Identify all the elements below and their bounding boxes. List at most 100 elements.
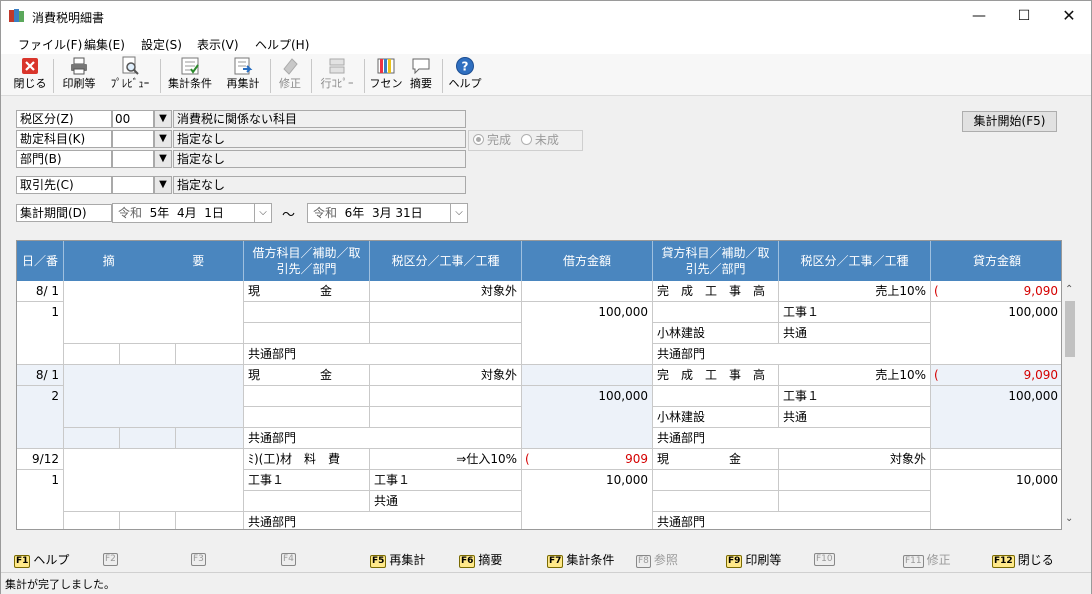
row-summary[interactable]: [64, 449, 244, 512]
edit-tool-button[interactable]: 修正: [275, 56, 305, 94]
start-aggregation-button[interactable]: 集計開始(F5): [962, 111, 1057, 132]
fkey-f3[interactable]: F3: [191, 551, 209, 566]
credit-tax-amount[interactable]: (9,090: [931, 281, 1061, 302]
vertical-scrollbar[interactable]: ⌃ ⌄: [1062, 281, 1078, 530]
debit-subaccount[interactable]: [244, 386, 370, 407]
credit-account[interactable]: 現 金: [653, 449, 779, 470]
credit-work-type[interactable]: [779, 491, 931, 512]
department-code-input[interactable]: [112, 150, 154, 168]
credit-work-type[interactable]: 共通: [779, 407, 931, 428]
debit-department[interactable]: 共通部門: [244, 344, 522, 365]
row-summary-sub[interactable]: [176, 512, 244, 529]
credit-subaccount[interactable]: [653, 470, 779, 491]
fkey-f10[interactable]: F10: [814, 551, 838, 566]
debit-project[interactable]: 工事１: [370, 470, 522, 491]
aggregate-conditions-tool-button[interactable]: 集計条件: [165, 56, 215, 94]
credit-subaccount[interactable]: [653, 386, 779, 407]
period-from-date[interactable]: 令和 5年 4月 1日 ⌵: [112, 203, 272, 223]
fkey-f7[interactable]: F7 集計条件: [547, 551, 614, 568]
debit-tax-amount[interactable]: (909: [522, 449, 653, 470]
row-number[interactable]: 1: [17, 470, 64, 529]
debit-project[interactable]: [370, 302, 522, 323]
partner-code-input[interactable]: [112, 176, 154, 194]
row-summary-sub[interactable]: [64, 512, 120, 529]
help-tool-button[interactable]: ? ヘルプ: [447, 56, 483, 94]
menu-edit[interactable]: 編集(E): [84, 36, 125, 53]
menu-help[interactable]: ヘルプ(H): [255, 36, 309, 53]
tax-category-code-input[interactable]: 00: [112, 110, 154, 128]
close-tool-button[interactable]: 閉じる: [13, 56, 47, 94]
credit-partner[interactable]: 小林建設: [653, 323, 779, 344]
debit-tax-amount[interactable]: [522, 281, 653, 302]
scroll-thumb[interactable]: [1065, 301, 1075, 357]
debit-department[interactable]: 共通部門: [244, 512, 522, 529]
fkey-f11[interactable]: F11 修正: [903, 551, 951, 568]
debit-work-type[interactable]: [370, 407, 522, 428]
debit-project[interactable]: [370, 386, 522, 407]
credit-account[interactable]: 完 成 工 事 高: [653, 365, 779, 386]
radio-completed[interactable]: 完成: [473, 133, 511, 147]
row-copy-tool-button[interactable]: 行ｺﾋﾟｰ: [316, 56, 358, 94]
account-code-input[interactable]: [112, 130, 154, 148]
credit-tax-category[interactable]: 売上10%: [779, 365, 931, 386]
row-summary-sub[interactable]: [64, 344, 120, 365]
fkey-f8[interactable]: F8 参照: [636, 551, 678, 568]
scroll-down-icon[interactable]: ⌄: [1065, 513, 1073, 524]
debit-work-type[interactable]: 共通: [370, 491, 522, 512]
department-dropdown[interactable]: ▼: [154, 150, 172, 168]
debit-subaccount[interactable]: 工事１: [244, 470, 370, 491]
row-summary-sub[interactable]: [176, 344, 244, 365]
credit-amount[interactable]: 100,000: [931, 302, 1061, 365]
partner-dropdown[interactable]: ▼: [154, 176, 172, 194]
row-summary-sub[interactable]: [120, 428, 176, 449]
credit-subaccount[interactable]: [653, 302, 779, 323]
debit-tax-amount[interactable]: [522, 365, 653, 386]
credit-partner[interactable]: 小林建設: [653, 407, 779, 428]
debit-department[interactable]: 共通部門: [244, 428, 522, 449]
credit-tax-category[interactable]: 対象外: [779, 449, 931, 470]
maximize-button[interactable]: ☐: [1001, 1, 1047, 32]
credit-tax-amount[interactable]: (9,090: [931, 365, 1061, 386]
close-window-button[interactable]: ✕: [1046, 1, 1092, 32]
fkey-f2[interactable]: F2: [103, 551, 121, 566]
credit-amount[interactable]: 100,000: [931, 386, 1061, 449]
row-summary[interactable]: [64, 281, 244, 344]
row-summary-sub[interactable]: [176, 428, 244, 449]
row-date[interactable]: 8/ 1: [17, 365, 64, 386]
credit-department[interactable]: 共通部門: [653, 428, 931, 449]
debit-tax-category[interactable]: 対象外: [370, 365, 522, 386]
debit-work-type[interactable]: [370, 323, 522, 344]
debit-subaccount[interactable]: [244, 302, 370, 323]
debit-partner[interactable]: [244, 323, 370, 344]
period-to-date[interactable]: 令和 6年 3月 31日 ⌵: [307, 203, 468, 223]
credit-partner[interactable]: [653, 491, 779, 512]
credit-work-type[interactable]: 共通: [779, 323, 931, 344]
chevron-down-icon[interactable]: ⌵: [450, 204, 467, 222]
credit-project[interactable]: 工事１: [779, 386, 931, 407]
credit-project[interactable]: [779, 470, 931, 491]
scroll-up-icon[interactable]: ⌃: [1065, 284, 1073, 295]
debit-amount[interactable]: 10,000: [522, 470, 653, 529]
fusen-tool-button[interactable]: フセン: [369, 56, 403, 94]
fkey-f4[interactable]: F4: [281, 551, 299, 566]
tax-category-dropdown[interactable]: ▼: [154, 110, 172, 128]
debit-account[interactable]: ﾐ)(工)材 料 費: [244, 449, 370, 470]
credit-tax-category[interactable]: 売上10%: [779, 281, 931, 302]
chevron-down-icon[interactable]: ⌵: [254, 204, 271, 222]
radio-uncompleted[interactable]: 未成: [520, 133, 559, 147]
row-number[interactable]: 2: [17, 386, 64, 449]
summary-tool-button[interactable]: 摘要: [406, 56, 436, 94]
row-number[interactable]: 1: [17, 302, 64, 365]
fkey-f5[interactable]: F5 再集計: [370, 551, 425, 568]
menu-file[interactable]: ファイル(F): [18, 36, 82, 53]
debit-partner[interactable]: [244, 407, 370, 428]
minimize-button[interactable]: —: [956, 1, 1002, 32]
preview-tool-button[interactable]: ﾌﾟﾚﾋﾞｭｰ: [104, 56, 156, 94]
credit-project[interactable]: 工事１: [779, 302, 931, 323]
debit-account[interactable]: 現 金: [244, 365, 370, 386]
row-summary[interactable]: [64, 365, 244, 428]
fkey-f9[interactable]: F9 印刷等: [726, 551, 781, 568]
debit-amount[interactable]: 100,000: [522, 302, 653, 365]
credit-amount[interactable]: 10,000: [931, 470, 1061, 529]
fkey-f6[interactable]: F6 摘要: [459, 551, 502, 568]
